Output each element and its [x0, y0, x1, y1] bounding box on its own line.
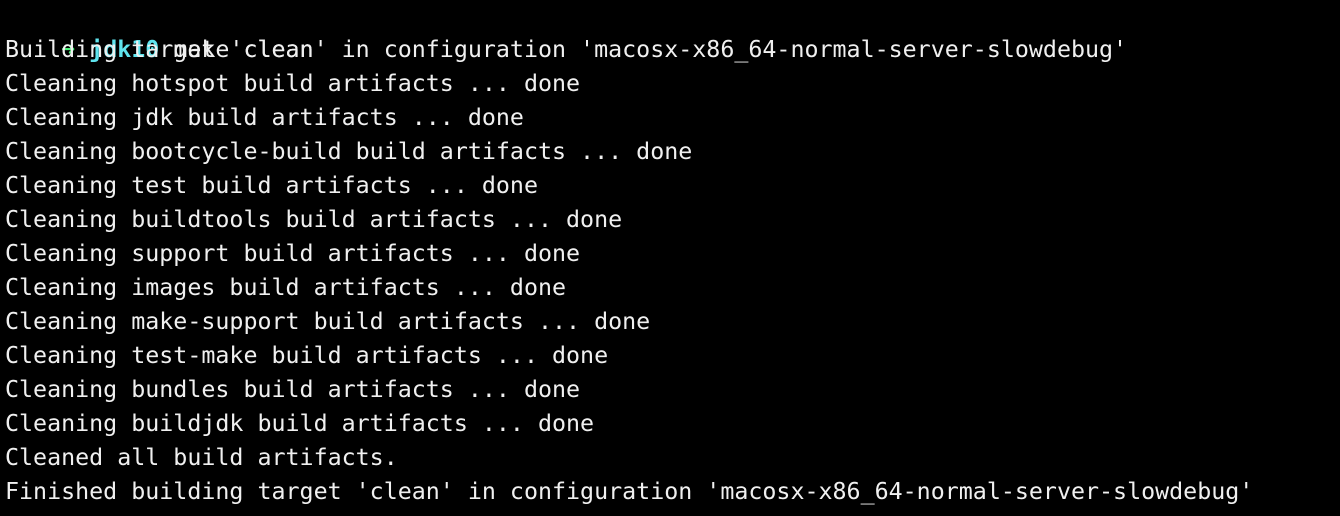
output-line: Cleaning buildtools build artifacts ... … — [5, 206, 623, 233]
output-line: Cleaning bootcycle-build build artifacts… — [5, 138, 693, 165]
output-line: Cleaning images build artifacts ... done — [5, 274, 567, 301]
output-line: Cleaned all build artifacts. — [5, 444, 398, 471]
output-line: Finished building target 'clean' in conf… — [5, 478, 1254, 505]
prompt-line: ➜ jdk10 make clean — [5, 0, 314, 63]
output-line: Building target 'clean' in configuration… — [5, 36, 1128, 63]
output-line: Cleaning test-make build artifacts ... d… — [5, 342, 609, 369]
output-line: Cleaning bundles build artifacts ... don… — [5, 376, 581, 403]
output-line: Cleaning jdk build artifacts ... done — [5, 104, 524, 131]
output-line: Cleaning test build artifacts ... done — [5, 172, 538, 199]
output-line: Cleaning buildjdk build artifacts ... do… — [5, 410, 595, 437]
terminal-window[interactable]: ➜ jdk10 make clean Building target 'clea… — [0, 0, 1340, 516]
output-line: Cleaning hotspot build artifacts ... don… — [5, 70, 581, 97]
output-line: Cleaning support build artifacts ... don… — [5, 240, 581, 267]
output-line: Cleaning make-support build artifacts ..… — [5, 308, 651, 335]
